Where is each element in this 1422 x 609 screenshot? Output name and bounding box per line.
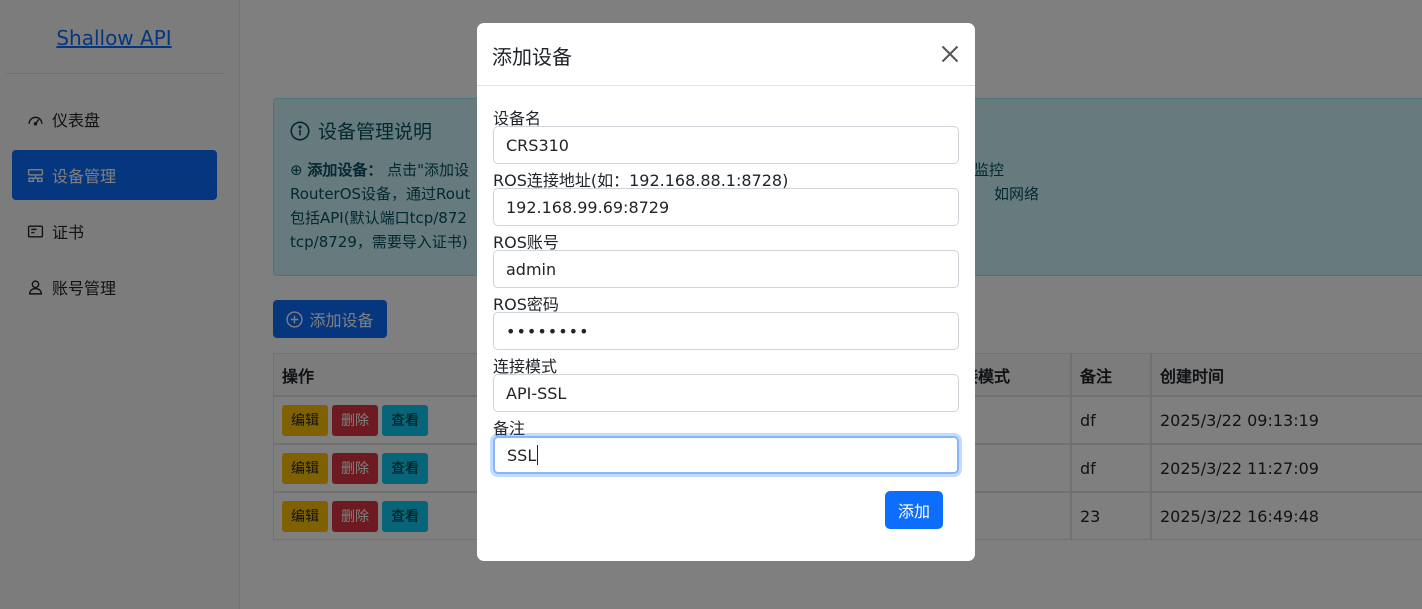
modal-title: 添加设备 [492,45,572,69]
modal-header: 添加设备 [477,23,975,86]
text-caret [537,445,539,465]
close-button[interactable] [937,41,963,67]
note-input-value: SSL [507,445,537,465]
add-device-modal: 添加设备 设备名 CRS310 ROS连接地址(如：192.168.88.1:8… [477,23,975,561]
connection-mode-select[interactable]: API-SSL [493,374,959,412]
close-icon [941,45,959,63]
ros-account-input[interactable]: admin [493,250,959,288]
ros-password-input[interactable]: •••••••• [493,312,959,350]
submit-add-button[interactable]: 添加 [885,491,943,529]
device-name-input[interactable]: CRS310 [493,126,959,164]
note-input[interactable]: SSL [493,436,959,474]
ros-address-input[interactable]: 192.168.99.69:8729 [493,188,959,226]
